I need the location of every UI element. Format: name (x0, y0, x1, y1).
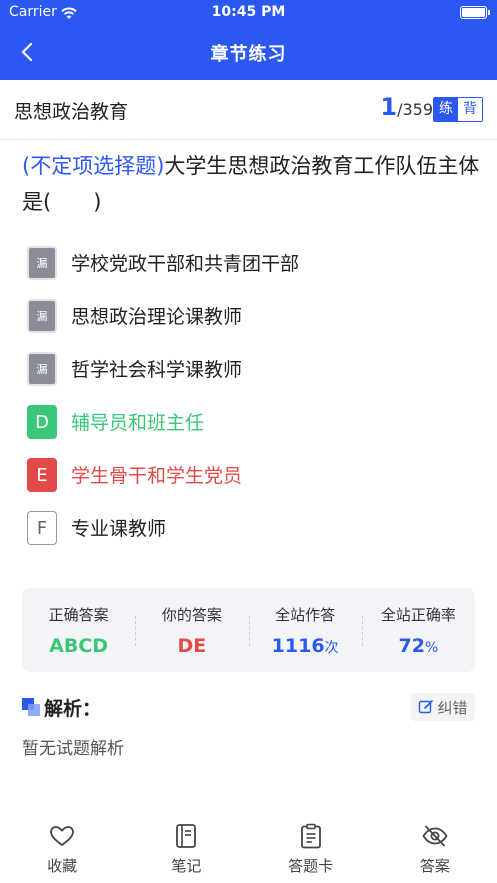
tab-notes[interactable]: 笔记 (124, 810, 248, 883)
option-a[interactable]: 漏 学校党政干部和共青团干部 (27, 246, 467, 299)
option-badge: F (27, 511, 57, 545)
option-c[interactable]: 漏 哲学社会科学课教师 (27, 352, 467, 405)
battery-icon (460, 6, 490, 19)
chapter-header: 思想政治教育 1/359 练 背 (0, 80, 497, 140)
option-text: 学校党政干部和共青团干部 (71, 253, 300, 275)
stat-site-accuracy: 全站正确率 72% (361, 588, 475, 672)
notebook-icon (176, 824, 197, 848)
option-text: 专业课教师 (71, 518, 167, 540)
stat-value: ABCD (22, 635, 135, 657)
analysis-icon (22, 698, 40, 716)
stat-label: 正确答案 (48, 606, 109, 624)
option-text: 学生骨干和学生党员 (71, 465, 243, 487)
question-type: (不定项选择题) (22, 154, 165, 178)
analysis-title: 解析： (44, 698, 102, 720)
page-title: 章节练习 (210, 44, 287, 65)
option-d[interactable]: D 辅导员和班主任 (27, 405, 467, 458)
eye-off-icon (422, 825, 448, 847)
current-index: 1 (380, 93, 398, 121)
stat-unit: % (424, 640, 439, 656)
tab-label: 收藏 (47, 857, 78, 875)
option-list: 漏 学校党政干部和共青团干部 漏 思想政治理论课教师 漏 哲学社会科学课教师 D… (27, 246, 467, 564)
tab-answer-sheet[interactable]: 答题卡 (249, 810, 373, 883)
stat-value: 1116次 (249, 635, 362, 657)
total-count: /359 (397, 100, 433, 119)
mode-recite-button[interactable]: 背 (458, 98, 482, 121)
option-f[interactable]: F 专业课教师 (27, 511, 467, 564)
report-error-label: 纠错 (437, 698, 468, 717)
report-error-button[interactable]: 纠错 (411, 693, 475, 721)
tab-favorite[interactable]: 收藏 (0, 810, 124, 883)
option-badge: E (27, 458, 57, 492)
mode-practice-button[interactable]: 练 (434, 98, 458, 121)
stat-your-answer: 你的答案 DE (135, 588, 248, 672)
status-time: 10:45 PM (211, 4, 286, 20)
mode-toggle[interactable]: 练 背 (433, 97, 483, 122)
option-b[interactable]: 漏 思想政治理论课教师 (27, 299, 467, 352)
chapter-name: 思想政治教育 (14, 101, 129, 123)
stat-unit: 次 (324, 640, 339, 656)
option-badge: 漏 (27, 352, 57, 386)
tab-show-answer[interactable]: 答案 (373, 810, 497, 883)
status-bar: Carrier 10:45 PM (0, 4, 497, 22)
stat-label: 全站正确率 (380, 606, 456, 624)
bottom-toolbar: 收藏 笔记 答题卡 答案 (0, 810, 497, 883)
stat-number: DE (177, 635, 207, 657)
stat-number: ABCD (49, 635, 109, 657)
option-e[interactable]: E 学生骨干和学生党员 (27, 458, 467, 511)
stat-site-attempts: 全站作答 1116次 (248, 588, 362, 672)
answer-stats: 正确答案 ABCD 你的答案 DE 全站作答 1116次 全站正确率 72% (22, 588, 475, 672)
heart-icon (50, 826, 75, 846)
nav-bar: 章节练习 (0, 34, 497, 70)
top-bar: Carrier 10:45 PM 章节练习 (0, 0, 497, 80)
stat-correct-answer: 正确答案 ABCD (22, 588, 135, 672)
option-text: 思想政治理论课教师 (71, 306, 243, 328)
tab-label: 答题卡 (288, 857, 334, 875)
option-badge: 漏 (27, 246, 57, 280)
option-text: 哲学社会科学课教师 (71, 359, 243, 381)
analysis-body: 暂无试题解析 (22, 739, 124, 759)
stat-value: 72% (362, 635, 475, 657)
option-text: 辅导员和班主任 (71, 412, 205, 434)
stat-label: 你的答案 (161, 606, 222, 624)
question-counter: 1/359 (380, 93, 433, 121)
clipboard-icon (300, 823, 321, 849)
option-badge: 漏 (27, 299, 57, 333)
tab-label: 答案 (419, 857, 450, 875)
question-text: (不定项选择题)大学生思想政治教育工作队伍主体是( ) (22, 148, 482, 220)
tab-label: 笔记 (171, 857, 202, 875)
edit-icon (419, 700, 434, 714)
option-badge: D (27, 405, 57, 439)
stat-number: 72 (398, 635, 425, 657)
stat-value: DE (135, 635, 248, 657)
stat-label: 全站作答 (275, 606, 336, 624)
stat-number: 1116 (271, 635, 325, 657)
